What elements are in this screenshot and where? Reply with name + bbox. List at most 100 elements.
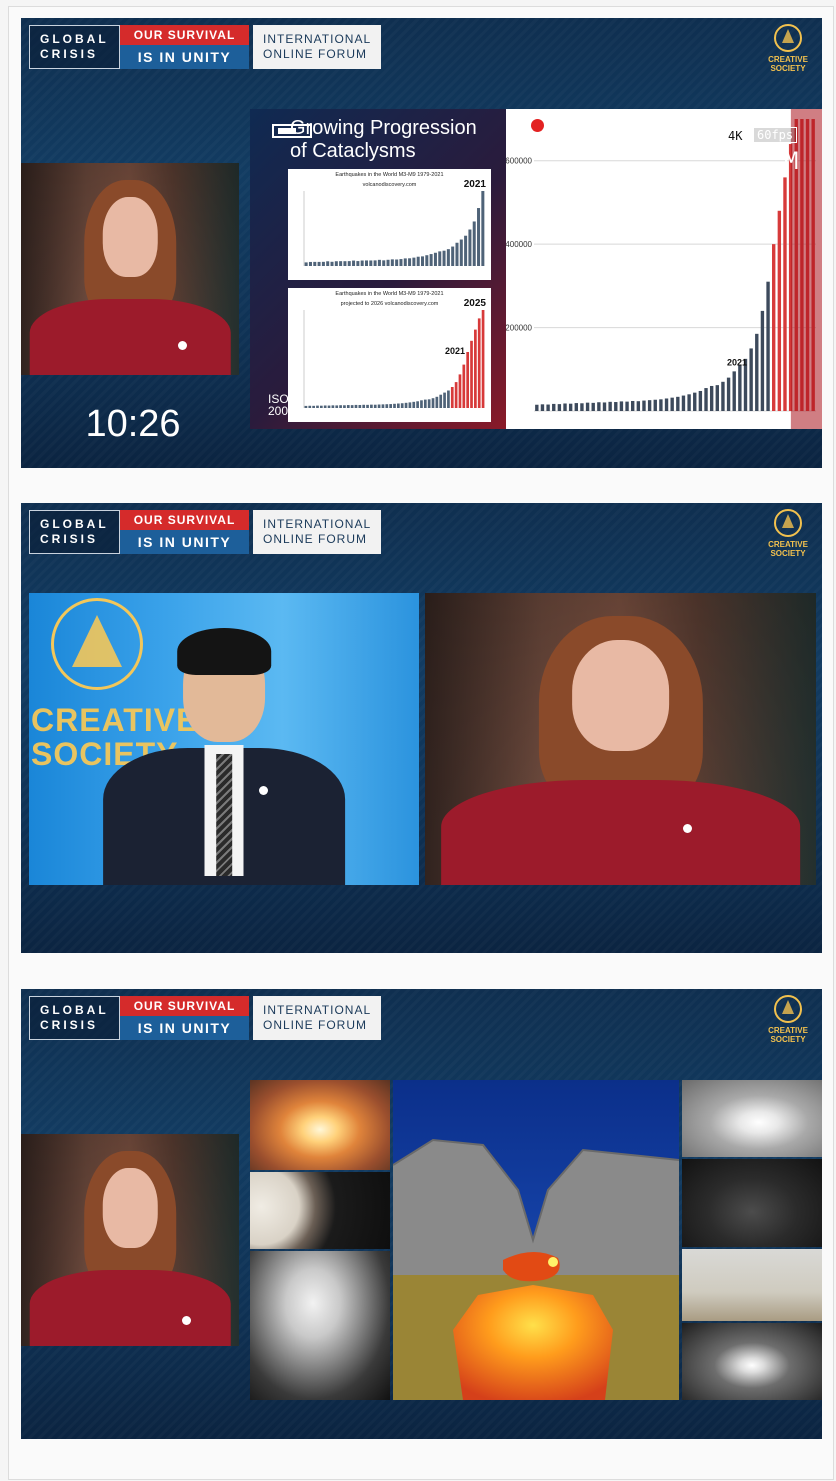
mini-chart-bar: [454, 382, 458, 408]
forum-line2: ONLINE FORUM: [263, 47, 368, 61]
speaker-video-man: CREATIVE SOCIETY: [29, 593, 419, 885]
main-chart-panel: 200000 400000 600000 2021 4K 60fps M: [506, 109, 822, 429]
chart-bar: [619, 401, 624, 411]
y-tick-label: 200000: [506, 324, 533, 333]
chart-bar: [698, 390, 703, 411]
chart-bar: [715, 385, 719, 411]
mini-chart-bar: [412, 401, 416, 408]
video-frame-3: GLOBAL CRISIS OUR SURVIVAL IS IN UNITY I…: [21, 989, 822, 1439]
crisis-label: CRISIS: [40, 1018, 99, 1032]
speaker-video-woman: [21, 1134, 239, 1346]
survival-top-label: OUR SURVIVAL: [120, 510, 249, 530]
mini-chart-bar: [470, 340, 473, 408]
mini-chart-bar: [366, 404, 369, 408]
survival-bottom-label: IS IN UNITY: [120, 1016, 249, 1040]
chart-bar: [664, 398, 669, 411]
backdrop-creative: CREATIVE: [31, 702, 199, 738]
hud-resolution: 4K: [728, 129, 743, 143]
mini-chart-top-bars: [303, 191, 485, 266]
chart-bar: [597, 402, 601, 411]
survival-badge: OUR SURVIVAL IS IN UNITY: [120, 25, 249, 69]
mini-chart-bar: [425, 255, 429, 266]
mini-chart-bar: [474, 329, 477, 408]
society-label: SOCIETY: [770, 64, 806, 73]
y-tick-label: 600000: [506, 157, 533, 166]
hud-fps: 60fps: [753, 127, 798, 143]
mini-chart-bar: [416, 401, 419, 408]
mini-chart-bar: [330, 261, 334, 266]
chart-bar: [625, 401, 629, 411]
mini-chart-bar: [446, 249, 450, 266]
mini-chart-bar: [404, 402, 408, 408]
creative-society-emblem-icon: [774, 509, 802, 537]
mini-chart-bar: [435, 396, 439, 408]
mini-chart-bar: [408, 258, 412, 266]
forum-line1: INTERNATIONAL: [263, 32, 372, 46]
forum-logo: GLOBAL CRISIS OUR SURVIVAL IS IN UNITY I…: [29, 996, 381, 1042]
survival-bottom-label: IS IN UNITY: [120, 45, 249, 69]
chart-bar: [726, 377, 731, 411]
society-label: SOCIETY: [770, 1035, 806, 1044]
iso-readout: ISO 200: [268, 393, 289, 417]
mushroom-cloud-image: [250, 1251, 390, 1400]
mini-chart-bar: [477, 208, 481, 266]
mini-chart-bar: [308, 405, 312, 408]
chart-bar: [732, 371, 736, 411]
chart-bar: [642, 400, 646, 411]
presentation-slide: Growing Progression of Cataclysms Earthq…: [250, 109, 506, 429]
chart-bar: [574, 403, 578, 411]
nuclear-fireball-image: [250, 1080, 390, 1170]
mini-chart-bar: [466, 352, 470, 408]
chart-bar: [704, 388, 708, 411]
forum-line2: ONLINE FORUM: [263, 532, 368, 546]
chart-bar: [738, 365, 742, 411]
mini-chart-bar: [335, 405, 339, 408]
mini-chart-bar: [412, 257, 416, 266]
iso-value: 200: [268, 404, 289, 418]
mini-chart-bar: [323, 405, 327, 408]
mini-chart-bar: [321, 261, 325, 266]
chart-bar: [659, 399, 663, 411]
mini-chart-bar: [389, 404, 392, 408]
mini-chart-bar: [377, 259, 381, 266]
creative-society-backdrop-icon: [51, 598, 143, 690]
survival-bottom-label: IS IN UNITY: [120, 530, 249, 554]
mini-chart-bar: [354, 404, 358, 408]
mini-chart-bar: [420, 400, 423, 408]
society-label: SOCIETY: [770, 549, 806, 558]
mini-chart-bar: [377, 404, 381, 408]
mini-chart-bar: [438, 251, 442, 266]
slide-title-line1: Growing Progression: [290, 117, 477, 139]
mini-chart-bar: [370, 404, 373, 408]
crisis-label: CRISIS: [40, 532, 99, 546]
chart-bar: [676, 396, 680, 411]
creative-society-emblem-icon: [774, 24, 802, 52]
chart-bar: [557, 404, 562, 411]
mini-chart-bar: [443, 392, 446, 408]
chart-bar: [580, 403, 584, 411]
explosion-closeup-image: [250, 1172, 390, 1249]
mini-chart-bar: [343, 405, 346, 408]
countdown-timer: 10:26: [85, 403, 181, 445]
mini-chart-bar: [317, 261, 321, 266]
slide-title-line2: of Cataclysms: [290, 140, 416, 162]
global-label: GLOBAL: [40, 1003, 109, 1017]
mini-chart-bar: [319, 405, 323, 408]
crisis-label: CRISIS: [40, 47, 99, 61]
chart-bar: [631, 400, 635, 411]
mini-chart-bar: [403, 258, 407, 266]
chart-bar: [535, 404, 539, 411]
mini-chart-bar: [308, 261, 312, 266]
mini-chart-bar: [347, 261, 351, 266]
volcano-illustration: [393, 1080, 679, 1400]
mini-chart-bar: [350, 405, 354, 408]
dark-smoke-image: [682, 1159, 822, 1247]
volcano-cross-section-graphic: [393, 1080, 679, 1400]
global-label: GLOBAL: [40, 517, 109, 531]
mini-chart-bar: [316, 405, 319, 408]
survival-badge: OUR SURVIVAL IS IN UNITY: [120, 510, 249, 554]
mini-chart-bar: [459, 239, 463, 266]
chart-annotation: 2021: [727, 357, 747, 367]
mini-chart-bar: [450, 387, 454, 408]
blast-on-horizon-image: [682, 1249, 822, 1321]
